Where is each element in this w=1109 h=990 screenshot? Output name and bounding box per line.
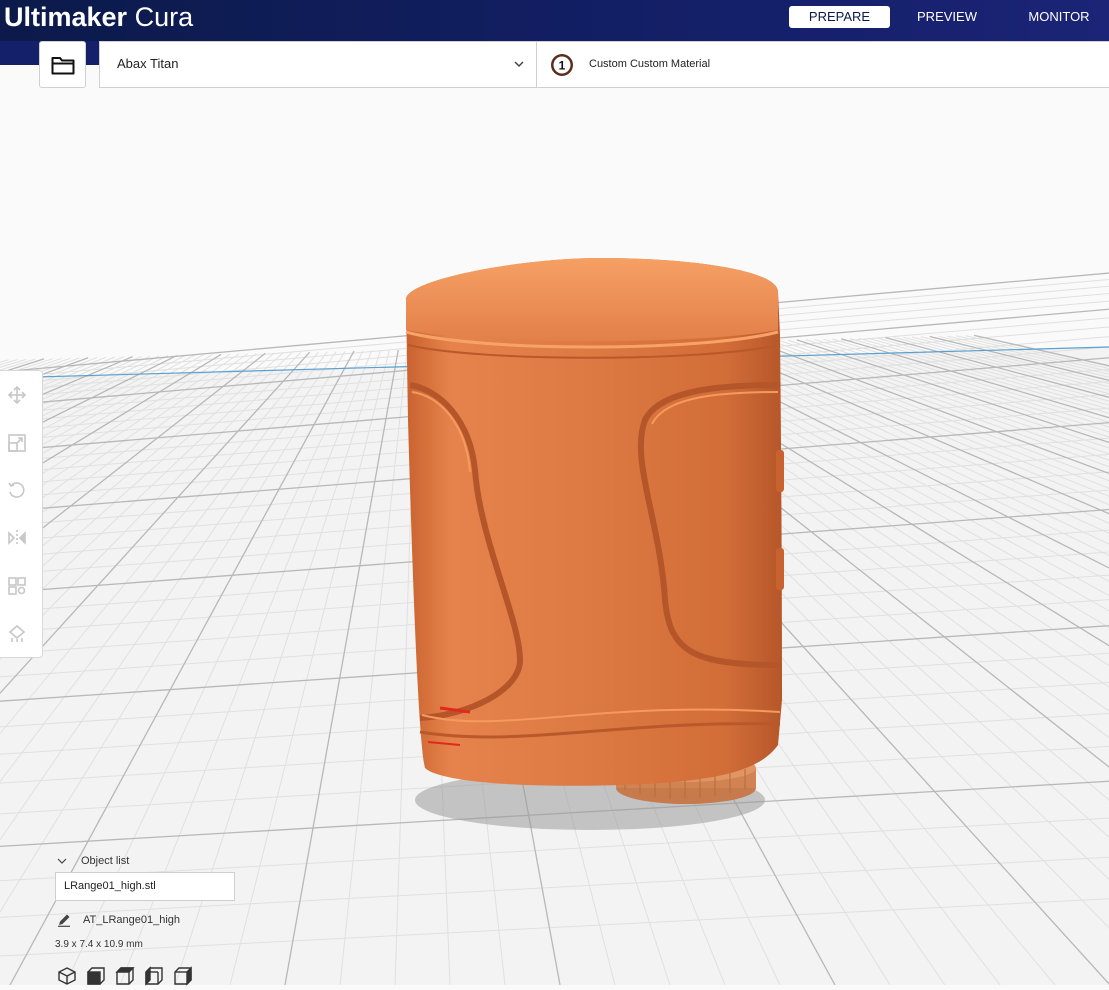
- 3d-view-icon: [58, 967, 76, 985]
- 3d-viewport[interactable]: [0, 88, 1109, 985]
- per-model-settings-icon: [8, 577, 26, 595]
- move-icon: [7, 385, 27, 405]
- printer-selector[interactable]: Abax Titan: [100, 42, 537, 87]
- right-view-button[interactable]: [173, 966, 195, 986]
- per-model-settings-button[interactable]: [4, 573, 30, 599]
- object-dimensions: 3.9 x 7.4 x 10.9 mm: [55, 939, 143, 950]
- logo-product: Cura: [134, 2, 194, 32]
- left-view-button[interactable]: [144, 966, 166, 986]
- object-list-label: Object list: [81, 855, 130, 867]
- right-view-icon: [174, 966, 192, 986]
- printer-name: Abax Titan: [117, 56, 179, 71]
- left-view-icon: [145, 966, 163, 986]
- front-view-button[interactable]: [86, 966, 108, 986]
- support-blocker-icon: [8, 624, 26, 642]
- material-selector[interactable]: 1 Custom Custom Material: [550, 53, 850, 77]
- front-view-icon: [87, 967, 105, 985]
- folder-icon: [51, 56, 74, 74]
- object-list-panel: Object list LRange01_high.stl AT_LRange0…: [55, 853, 315, 986]
- rotate-tool-button[interactable]: [4, 477, 30, 503]
- object-name: AT_LRange01_high: [83, 914, 181, 926]
- top-view-button[interactable]: [115, 966, 137, 986]
- mirror-tool-button[interactable]: [4, 525, 30, 551]
- rotate-icon: [8, 482, 25, 498]
- tab-monitor[interactable]: MONITOR: [1017, 6, 1101, 28]
- app-logo: Ultimaker Cura: [4, 1, 193, 33]
- tab-prepare[interactable]: PREPARE: [789, 6, 890, 28]
- move-tool-button[interactable]: [4, 382, 30, 408]
- scale-tool-button[interactable]: [4, 430, 30, 456]
- material-name: Custom Custom Material: [589, 58, 711, 70]
- tab-preview[interactable]: PREVIEW: [905, 6, 989, 28]
- extruder-icon: 1: [551, 54, 573, 76]
- printer-material-bar: Abax Titan 1 Custom Custom Material: [99, 41, 1109, 88]
- support-blocker-button[interactable]: [4, 621, 30, 647]
- extruder-number: 1: [559, 59, 566, 73]
- open-file-button[interactable]: [39, 41, 86, 88]
- main-header: Ultimaker Cura PREPARE PREVIEW MONITOR: [0, 0, 1109, 41]
- scale-icon: [8, 434, 26, 452]
- logo-brand: Ultimaker: [4, 2, 128, 32]
- chevron-down-icon: [57, 858, 67, 864]
- tool-panel: [0, 370, 43, 658]
- object-name-row: AT_LRange01_high: [55, 912, 295, 930]
- mirror-icon: [8, 530, 26, 546]
- chevron-down-icon: [514, 61, 524, 68]
- pencil-icon: [58, 914, 70, 927]
- build-plate: [0, 88, 1109, 985]
- top-view-icon: [115, 967, 135, 985]
- object-list-item[interactable]: LRange01_high.stl: [55, 872, 235, 901]
- 3d-view-button[interactable]: [57, 966, 79, 986]
